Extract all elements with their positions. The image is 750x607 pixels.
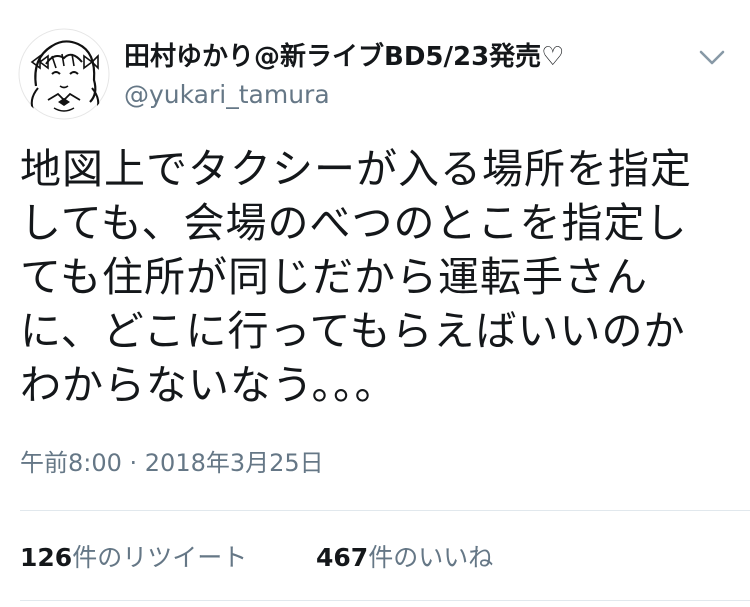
divider — [20, 510, 750, 511]
avatar-drawing-icon — [18, 28, 110, 120]
tweet-detail: 田村ゆかり@新ライブBD5/23発売♡ @yukari_tamura 地図上でタ… — [0, 0, 750, 607]
author-handle[interactable]: @yukari_tamura — [124, 80, 330, 110]
like-count-label: 件のいいね — [368, 543, 494, 572]
tweet-timestamp[interactable]: 午前8:00 · 2018年3月25日 — [20, 448, 324, 478]
retweet-count-label: 件のリツイート — [72, 543, 248, 572]
divider — [20, 600, 750, 601]
avatar[interactable] — [18, 28, 110, 120]
tweet-menu-button[interactable] — [690, 38, 734, 76]
retweet-count-value: 126 — [20, 543, 73, 572]
like-count[interactable]: 467件のいいね — [316, 542, 493, 574]
tweet-text: 地図上でタクシーが入る場所を指定 しても、会場のべつのとこを指定し ても住所が同… — [20, 145, 692, 409]
retweet-count[interactable]: 126件のリツイート — [20, 542, 247, 574]
like-count-value: 467 — [316, 543, 369, 572]
author-display-name[interactable]: 田村ゆかり@新ライブBD5/23発売♡ — [124, 41, 564, 73]
chevron-down-icon — [699, 50, 725, 65]
